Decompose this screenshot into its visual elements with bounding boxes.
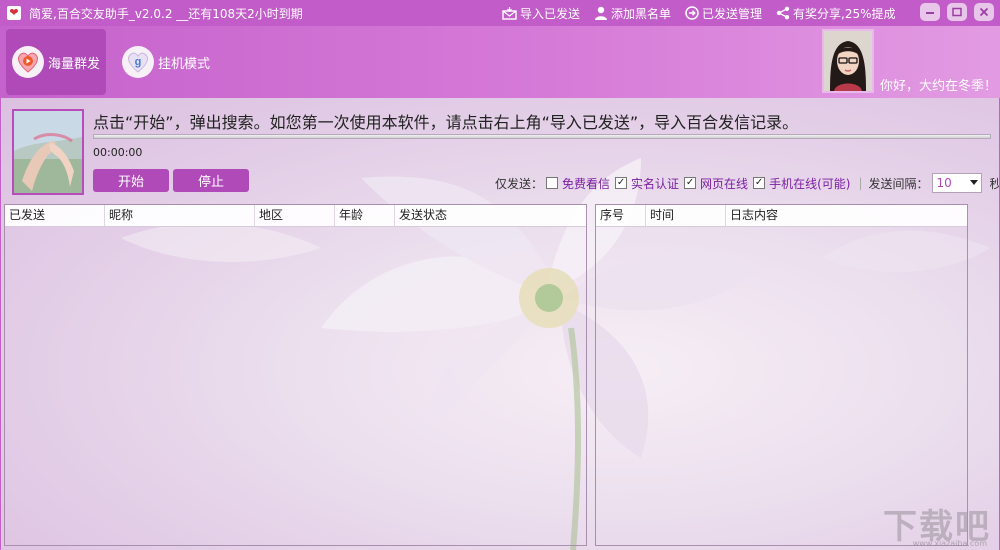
free-read-checkbox[interactable] (546, 177, 559, 189)
header-band: 海量群发 g 挂机模式 你好，大约在冬季！ (0, 26, 1000, 98)
filter-label: 仅发送： (495, 176, 544, 191)
sent-manage-label: 已发送管理 (702, 6, 763, 21)
app-heart-icon: ❤ (7, 6, 21, 20)
col-index[interactable]: 序号 (596, 205, 646, 226)
send-filter: 仅发送： 免费看信 ✓ 实名认证 ✓ 网页在线 ✓ 手机在线(可能) | 发送间… (495, 173, 999, 193)
col-time[interactable]: 时间 (646, 205, 726, 226)
mode-idle-label: 挂机模式 (158, 56, 211, 72)
holding-hands-image (14, 111, 82, 193)
share-icon (776, 6, 790, 20)
heart-g-icon: g (122, 46, 154, 78)
main-panel: 点击“开始”，弹出搜索。如您第一次使用本软件，请点击右上角“导入已发送”，导入百… (1, 98, 999, 550)
heart-play-icon (12, 46, 44, 78)
close-icon (979, 7, 989, 17)
col-sent[interactable]: 已发送 (5, 205, 105, 226)
window-controls (913, 3, 994, 21)
import-sent-button[interactable]: 导入已发送 (502, 5, 580, 22)
mode-mass-send-button[interactable]: 海量群发 (6, 29, 106, 95)
mobile-online-checkbox[interactable]: ✓ (753, 177, 766, 189)
progress-bar (93, 134, 991, 139)
verified-checkbox[interactable]: ✓ (615, 177, 628, 189)
title-bar: ❤ 简爱,百合交友助手_v2.0.2 __还有108天2小时到期 导入已发送 添… (0, 0, 1000, 26)
log-table-header: 序号 时间 日志内容 (596, 205, 967, 227)
avatar-portrait (824, 31, 872, 91)
col-log-content[interactable]: 日志内容 (726, 205, 967, 226)
minimize-button[interactable] (920, 3, 940, 21)
avatar[interactable] (822, 29, 874, 93)
interval-unit: 秒 (989, 176, 1000, 191)
stop-button[interactable]: 停止 (173, 169, 249, 192)
title-actions: 导入已发送 添加黑名单 已发送管理 有奖分享,25%提成 (502, 0, 910, 26)
share-reward-label: 有奖分享,25%提成 (793, 6, 896, 21)
maximize-button[interactable] (947, 3, 967, 21)
window-title: 简爱,百合交友助手_v2.0.2 __还有108天2小时到期 (29, 6, 303, 21)
minimize-icon (926, 12, 934, 14)
mode-idle-button[interactable]: g 挂机模式 (116, 29, 226, 95)
elapsed-timer: 00:00:00 (93, 146, 143, 159)
chevron-down-icon (969, 180, 978, 185)
col-region[interactable]: 地区 (255, 205, 335, 226)
svg-text:g: g (135, 56, 142, 68)
arrow-circle-icon (685, 6, 699, 20)
log-table: 序号 时间 日志内容 (595, 204, 968, 546)
mail-import-icon (502, 6, 517, 20)
mobile-online-label: 手机在线(可能) (769, 176, 851, 191)
sent-table-header: 已发送 昵称 地区 年龄 发送状态 (5, 205, 586, 227)
interval-label: 发送间隔： (868, 176, 929, 191)
add-blacklist-button[interactable]: 添加黑名单 (594, 5, 671, 22)
notice-text: 点击“开始”，弹出搜索。如您第一次使用本软件，请点击右上角“导入已发送”，导入百… (93, 113, 799, 132)
start-button[interactable]: 开始 (93, 169, 169, 192)
close-button[interactable] (974, 3, 994, 21)
interval-select[interactable]: 10 (931, 173, 982, 193)
user-block-icon (595, 6, 608, 20)
sent-table: 已发送 昵称 地区 年龄 发送状态 (4, 204, 587, 546)
watermark-url: www.xiazaiba.com (912, 539, 987, 548)
web-online-label: 网页在线 (700, 176, 749, 191)
col-age[interactable]: 年龄 (335, 205, 395, 226)
banner-image (12, 109, 84, 195)
mode-mass-send-label: 海量群发 (48, 56, 101, 72)
interval-value: 10 (936, 176, 952, 190)
greeting-text: 你好，大约在冬季！ (880, 79, 998, 94)
share-reward-button[interactable]: 有奖分享,25%提成 (776, 5, 896, 22)
col-send-status[interactable]: 发送状态 (395, 205, 585, 226)
free-read-label: 免费看信 (562, 176, 611, 191)
web-online-checkbox[interactable]: ✓ (684, 177, 697, 189)
filter-divider: | (858, 176, 863, 190)
maximize-icon (952, 7, 962, 17)
import-sent-label: 导入已发送 (520, 6, 581, 21)
verified-label: 实名认证 (631, 176, 680, 191)
sent-manage-button[interactable]: 已发送管理 (685, 5, 762, 22)
col-nickname[interactable]: 昵称 (105, 205, 255, 226)
add-blacklist-label: 添加黑名单 (611, 6, 672, 21)
